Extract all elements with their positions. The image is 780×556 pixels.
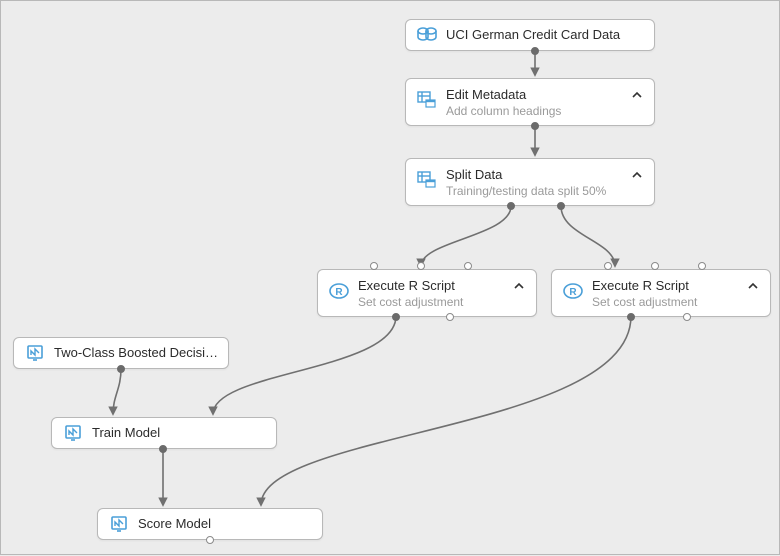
chevron-up-icon[interactable]: [512, 280, 526, 295]
table-edit-icon: [416, 169, 438, 191]
r-script-icon: R: [328, 280, 350, 302]
node-title: Execute R Script: [358, 278, 506, 295]
input-port[interactable]: [604, 262, 612, 270]
output-port[interactable]: [507, 202, 515, 210]
input-port[interactable]: [417, 262, 425, 270]
input-port[interactable]: [651, 262, 659, 270]
dataset-icon: [416, 24, 438, 46]
input-port[interactable]: [370, 262, 378, 270]
input-port[interactable]: [698, 262, 706, 270]
table-edit-icon: [416, 89, 438, 111]
output-port[interactable]: [446, 313, 454, 321]
svg-text:R: R: [569, 287, 577, 298]
model-icon: [108, 513, 130, 535]
svg-text:R: R: [335, 287, 343, 298]
r-script-icon: R: [562, 280, 584, 302]
input-port[interactable]: [464, 262, 472, 270]
model-icon: [62, 422, 84, 444]
node-r-script-left[interactable]: R Execute R Script Set cost adjustment: [317, 269, 537, 317]
output-port[interactable]: [627, 313, 635, 321]
node-subtitle: Set cost adjustment: [592, 295, 740, 311]
node-data-source[interactable]: UCI German Credit Card Data: [405, 19, 655, 51]
node-split-data[interactable]: Split Data Training/testing data split 5…: [405, 158, 655, 206]
model-icon: [24, 342, 46, 364]
node-subtitle: Set cost adjustment: [358, 295, 506, 311]
node-title: Split Data: [446, 167, 624, 184]
output-port[interactable]: [531, 47, 539, 55]
output-port[interactable]: [557, 202, 565, 210]
node-title: Execute R Script: [592, 278, 740, 295]
node-subtitle: Add column headings: [446, 104, 624, 120]
output-port[interactable]: [159, 445, 167, 453]
output-port[interactable]: [206, 536, 214, 544]
node-title: UCI German Credit Card Data: [446, 27, 644, 44]
output-port[interactable]: [531, 122, 539, 130]
node-title: Two-Class Boosted Decision...: [54, 345, 218, 362]
chevron-up-icon[interactable]: [746, 280, 760, 295]
node-title: Train Model: [92, 425, 266, 442]
node-r-script-right[interactable]: R Execute R Script Set cost adjustment: [551, 269, 771, 317]
node-title: Edit Metadata: [446, 87, 624, 104]
output-port[interactable]: [683, 313, 691, 321]
chevron-up-icon[interactable]: [630, 169, 644, 184]
output-port[interactable]: [392, 313, 400, 321]
output-port[interactable]: [117, 365, 125, 373]
node-title: Score Model: [138, 516, 312, 533]
node-edit-metadata[interactable]: Edit Metadata Add column headings: [405, 78, 655, 126]
chevron-up-icon[interactable]: [630, 89, 644, 104]
node-subtitle: Training/testing data split 50%: [446, 184, 624, 200]
